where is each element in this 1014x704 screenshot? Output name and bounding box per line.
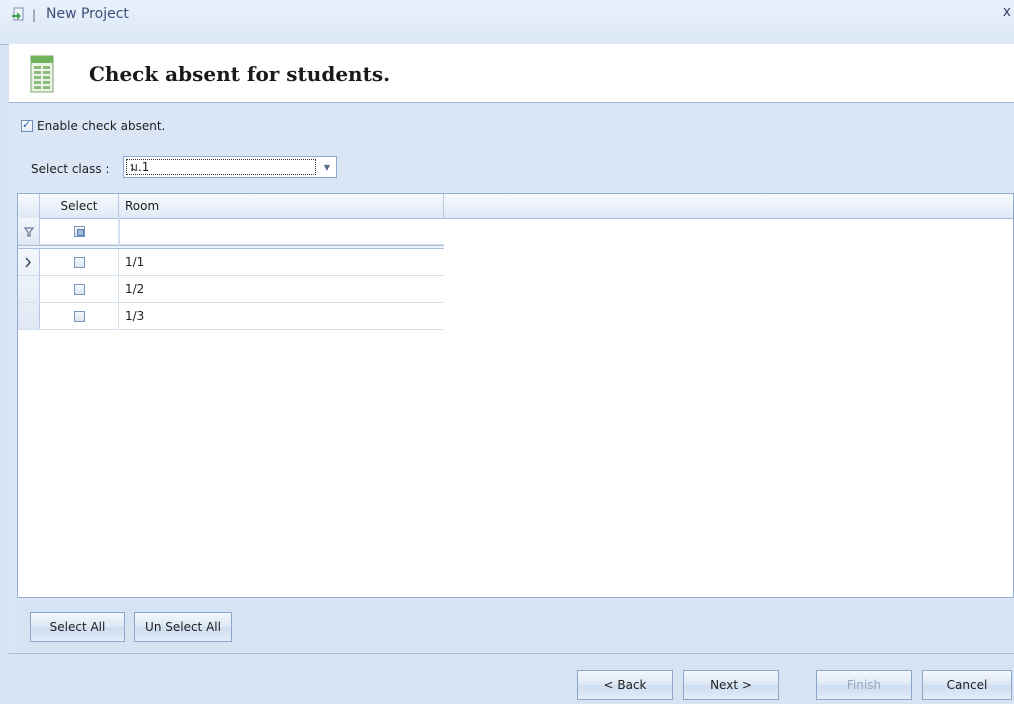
page-title: Check absent for students. (89, 62, 391, 86)
new-project-icon (12, 7, 24, 21)
filter-select-checkbox[interactable] (73, 225, 85, 237)
row-room-cell[interactable]: 1/1 (119, 249, 144, 275)
row-select-cell[interactable] (40, 303, 119, 329)
grid-header: Select Room (18, 194, 1013, 219)
finish-button[interactable]: Finish (816, 670, 912, 700)
row-room-cell[interactable]: 1/3 (119, 303, 144, 329)
next-button[interactable]: Next > (683, 670, 779, 700)
filter-row (18, 218, 444, 245)
close-button[interactable]: x (1003, 4, 1011, 20)
row-select-cell[interactable] (40, 249, 119, 275)
cancel-button[interactable]: Cancel (922, 670, 1012, 700)
window-title: New Project (46, 6, 129, 22)
wizard-header: Check absent for students. (9, 44, 1014, 103)
filter-select-cell[interactable] (40, 218, 119, 244)
select-class-label: Select class : (31, 162, 110, 176)
chevron-down-icon[interactable]: ▼ (318, 157, 336, 177)
table-row[interactable]: 1/1 (18, 249, 444, 276)
back-button[interactable]: < Back (577, 670, 673, 700)
column-header-select[interactable]: Select (40, 194, 119, 218)
select-all-button[interactable]: Select All (30, 612, 125, 642)
filter-room-cell[interactable] (119, 218, 444, 244)
table-row[interactable]: 1/2 (18, 276, 444, 303)
title-separator: | (32, 8, 37, 22)
footer-divider (9, 653, 1014, 654)
row-select-checkbox[interactable] (73, 310, 85, 322)
rooms-grid: Select Room 1/1 1/2 1/3 (17, 193, 1014, 598)
enable-check-absent-label[interactable]: Enable check absent. (37, 119, 165, 133)
row-room-cell[interactable]: 1/2 (119, 276, 144, 302)
grid-corner (18, 194, 40, 218)
selection-actions-bar: Select All Un Select All (17, 600, 1014, 652)
title-bar: | New Project x (0, 0, 1014, 45)
class-dropdown-value[interactable]: ม.1 (126, 159, 316, 175)
row-select-checkbox[interactable] (73, 283, 85, 295)
table-row[interactable]: 1/3 (18, 303, 444, 330)
spreadsheet-icon (30, 55, 54, 93)
enable-check-absent-checkbox[interactable] (21, 118, 33, 132)
row-select-cell[interactable] (40, 276, 119, 302)
unselect-all-button[interactable]: Un Select All (134, 612, 232, 642)
enable-check-absent-row[interactable]: Enable check absent. (21, 118, 165, 133)
column-header-room[interactable]: Room (119, 194, 444, 218)
class-dropdown[interactable]: ม.1 ▼ (123, 156, 337, 178)
row-select-checkbox[interactable] (73, 256, 85, 268)
